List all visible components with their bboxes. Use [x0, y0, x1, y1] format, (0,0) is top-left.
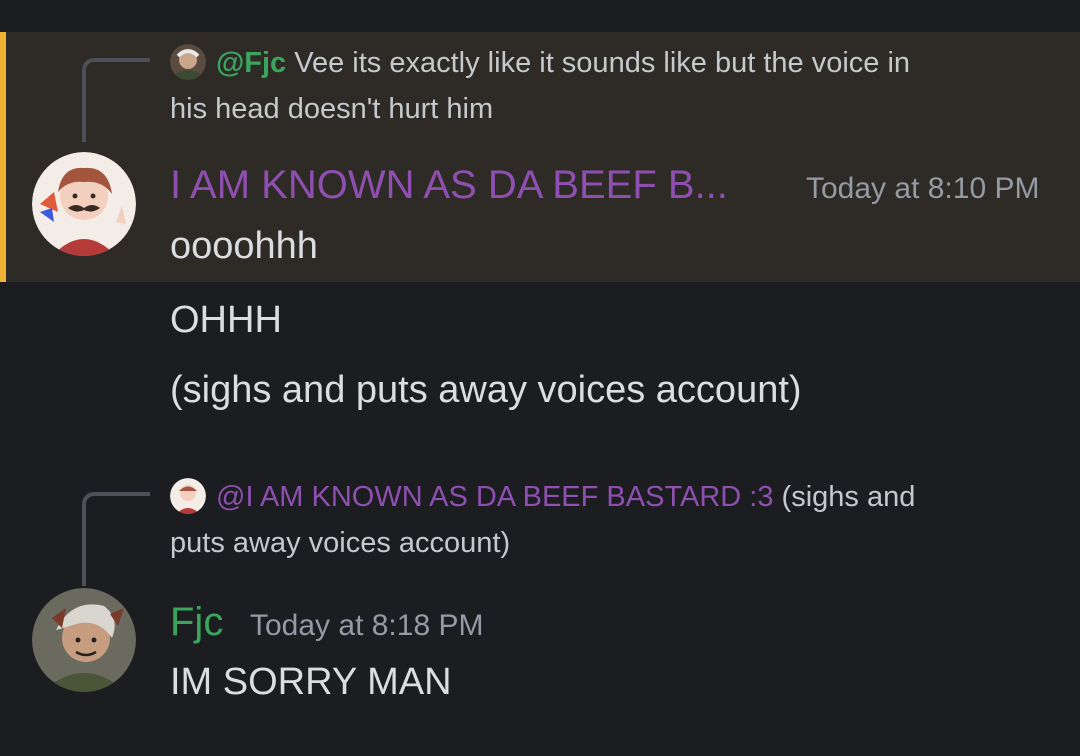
reply-text: Vee its exactly like it sounds like but …: [294, 47, 911, 79]
message-line: ooooh­hh: [170, 225, 318, 267]
message-group-fjc[interactable]: @I AM KNOWN AS DA BEEF BASTARD :3 (sighs…: [0, 470, 1080, 730]
reply-text-cont: puts away voices account): [170, 527, 511, 559]
reply-text-cont: his head doesn't hurt him: [170, 93, 494, 125]
fjc-avatar[interactable]: [32, 588, 136, 692]
message-line: OHHH: [170, 299, 282, 341]
reply-preview[interactable]: @I AM KNOWN AS DA BEEF BASTARD :3 (sighs…: [170, 474, 1030, 566]
message-line: IM SORRY MAN: [170, 661, 452, 703]
message-timestamp[interactable]: Today at 8:18 PM: [250, 606, 483, 646]
fjc-avatar-icon: [170, 44, 206, 80]
reply-mention[interactable]: @Fjc: [216, 47, 286, 79]
beef-avatar[interactable]: [32, 152, 136, 256]
message-line: (sighs and puts away voices account): [170, 369, 802, 411]
chat-message-list: @Fjc Vee its exactly like it sounds like…: [0, 0, 1080, 756]
message-timestamp[interactable]: Today at 8:10 PM: [806, 169, 1039, 209]
reply-mention[interactable]: @I AM KNOWN AS DA BEEF BASTARD :3: [216, 481, 773, 513]
reply-text: (sighs and: [781, 481, 916, 513]
reply-spine: [82, 58, 150, 142]
beef-avatar-icon: [170, 478, 206, 514]
author-username[interactable]: I AM KNOWN AS DA BEEF B...: [170, 161, 728, 209]
message-group-beef[interactable]: @Fjc Vee its exactly like it sounds like…: [0, 32, 1080, 282]
author-username[interactable]: Fjc: [170, 598, 223, 646]
reply-preview[interactable]: @Fjc Vee its exactly like it sounds like…: [170, 40, 1030, 132]
reply-spine: [82, 492, 150, 586]
